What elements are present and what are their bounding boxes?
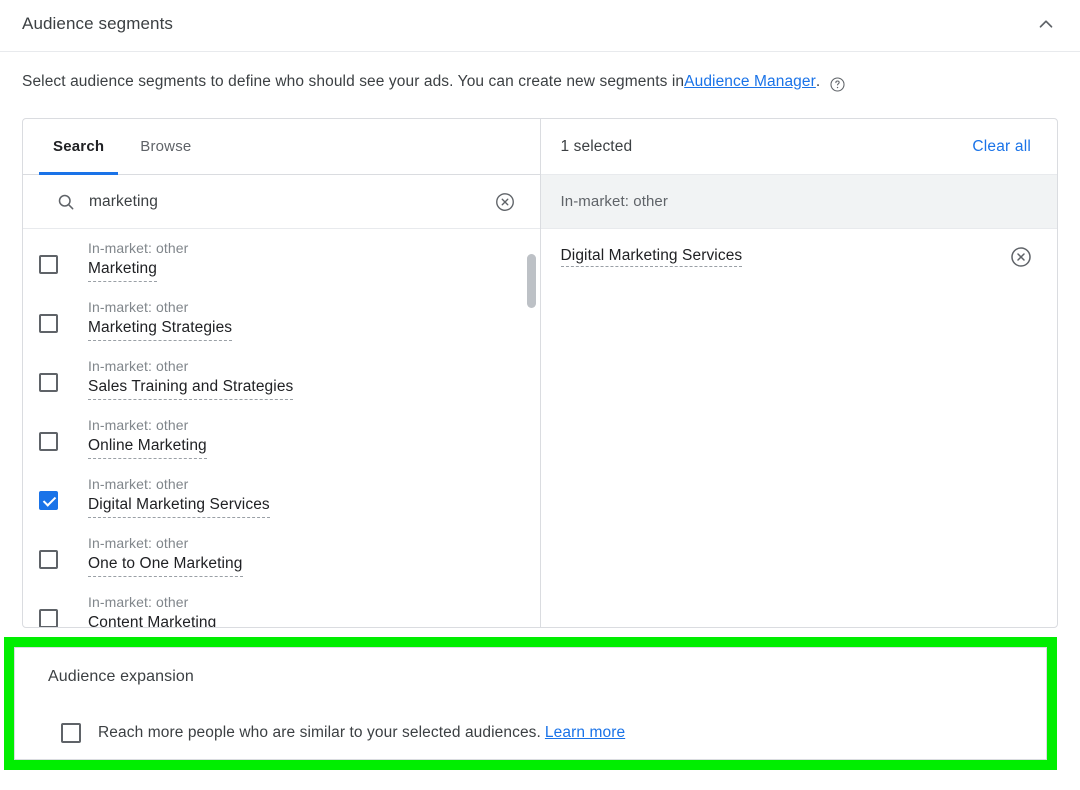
result-checkbox[interactable]	[39, 432, 58, 451]
result-checkbox[interactable]	[39, 314, 58, 333]
audience-picker-card: Search Browse marketing In-market: other…	[22, 118, 1058, 628]
picker-left-pane: Search Browse marketing In-market: other…	[23, 119, 541, 627]
results-scrollbar-track[interactable]	[526, 229, 538, 627]
result-text: In-market: other One to One Marketing	[88, 534, 243, 577]
tab-browse-label: Browse	[140, 138, 192, 155]
picker-right-pane: 1 selected Clear all In-market: other Di…	[540, 119, 1058, 627]
result-checkbox[interactable]	[39, 255, 58, 274]
page-title: Audience segments	[22, 14, 174, 33]
result-item[interactable]: In-market: other Marketing	[23, 231, 540, 290]
tab-browse[interactable]: Browse	[134, 119, 197, 174]
result-checkbox[interactable]	[39, 373, 58, 392]
result-checkbox[interactable]	[39, 609, 58, 627]
selected-group-header: In-market: other	[540, 175, 1057, 229]
audience-expansion-highlight: Audience expansion Reach more people who…	[4, 637, 1057, 770]
clear-all-button[interactable]: Clear all	[964, 132, 1039, 162]
result-text: In-market: other Digital Marketing Servic…	[88, 475, 270, 518]
result-name: Marketing	[88, 258, 157, 282]
audience-expansion-text: Reach more people who are similar to you…	[98, 724, 541, 741]
result-category: In-market: other	[88, 476, 189, 492]
result-name: Marketing Strategies	[88, 317, 233, 341]
selected-group-label: In-market: other	[560, 193, 668, 210]
tab-search-label: Search	[53, 138, 105, 155]
collapse-section-button[interactable]	[1028, 8, 1064, 44]
result-text: In-market: other Sales Training and Strat…	[88, 357, 294, 400]
help-circle-icon[interactable]	[829, 76, 846, 93]
result-name: Online Marketing	[88, 435, 207, 459]
selected-item: Digital Marketing Services	[541, 229, 1058, 285]
result-name: Sales Training and Strategies	[88, 376, 294, 400]
audience-expansion-checkbox[interactable]	[61, 723, 81, 743]
learn-more-link[interactable]: Learn more	[545, 724, 625, 741]
result-text: In-market: other Content Marketing	[88, 593, 216, 627]
result-item[interactable]: In-market: other Digital Marketing Servic…	[23, 467, 540, 526]
picker-tabs: Search Browse	[23, 119, 540, 175]
selected-header: 1 selected Clear all	[540, 119, 1057, 175]
audience-expansion-label: Reach more people who are similar to you…	[98, 724, 625, 742]
result-category: In-market: other	[88, 299, 189, 315]
section-description: Select audience segments to define who s…	[22, 73, 846, 93]
tab-search[interactable]: Search	[38, 119, 119, 175]
result-category: In-market: other	[88, 417, 189, 433]
audience-expansion-title: Audience expansion	[48, 668, 194, 685]
search-results-list: In-market: other Marketing In-market: othe…	[23, 229, 540, 627]
result-item[interactable]: In-market: other Marketing Strategies	[23, 290, 540, 349]
result-text: In-market: other Marketing	[88, 239, 188, 282]
result-item[interactable]: In-market: other Content Marketing	[23, 585, 540, 627]
result-category: In-market: other	[88, 535, 189, 551]
result-category: In-market: other	[88, 594, 189, 610]
audience-manager-link[interactable]: Audience Manager	[684, 73, 816, 91]
result-name: Content Marketing	[88, 612, 216, 627]
selected-count-label: 1 selected	[560, 137, 633, 155]
result-name: Digital Marketing Services	[88, 494, 270, 518]
results-scrollbar-thumb[interactable]	[526, 254, 536, 308]
result-checkbox[interactable]	[39, 491, 58, 510]
selected-item-name: Digital Marketing Services	[560, 247, 743, 267]
result-name: One to One Marketing	[88, 553, 243, 577]
remove-selected-icon[interactable]	[1009, 245, 1033, 269]
result-item[interactable]: In-market: other Sales Training and Strat…	[23, 349, 540, 408]
search-row	[23, 175, 540, 229]
description-suffix: .	[815, 73, 821, 90]
section-header: Audience segments	[0, 0, 1080, 52]
result-text: In-market: other Online Marketing	[88, 416, 207, 459]
result-text: In-market: other Marketing Strategies	[88, 298, 233, 341]
audience-segments-page: Audience segments Select audience segmen…	[0, 0, 1080, 790]
result-category: In-market: other	[88, 240, 189, 256]
audience-expansion-row[interactable]: Reach more people who are similar to you…	[61, 723, 625, 743]
search-input[interactable]	[67, 192, 447, 211]
result-item[interactable]: In-market: other Online Marketing	[23, 408, 540, 467]
result-checkbox[interactable]	[39, 550, 58, 569]
result-item[interactable]: In-market: other One to One Marketing	[23, 526, 540, 585]
result-category: In-market: other	[88, 358, 189, 374]
chevron-up-icon	[1035, 13, 1057, 40]
clear-search-icon[interactable]	[494, 191, 516, 213]
description-text: Select audience segments to define who s…	[22, 73, 685, 90]
audience-expansion-card: Audience expansion Reach more people who…	[14, 647, 1047, 760]
